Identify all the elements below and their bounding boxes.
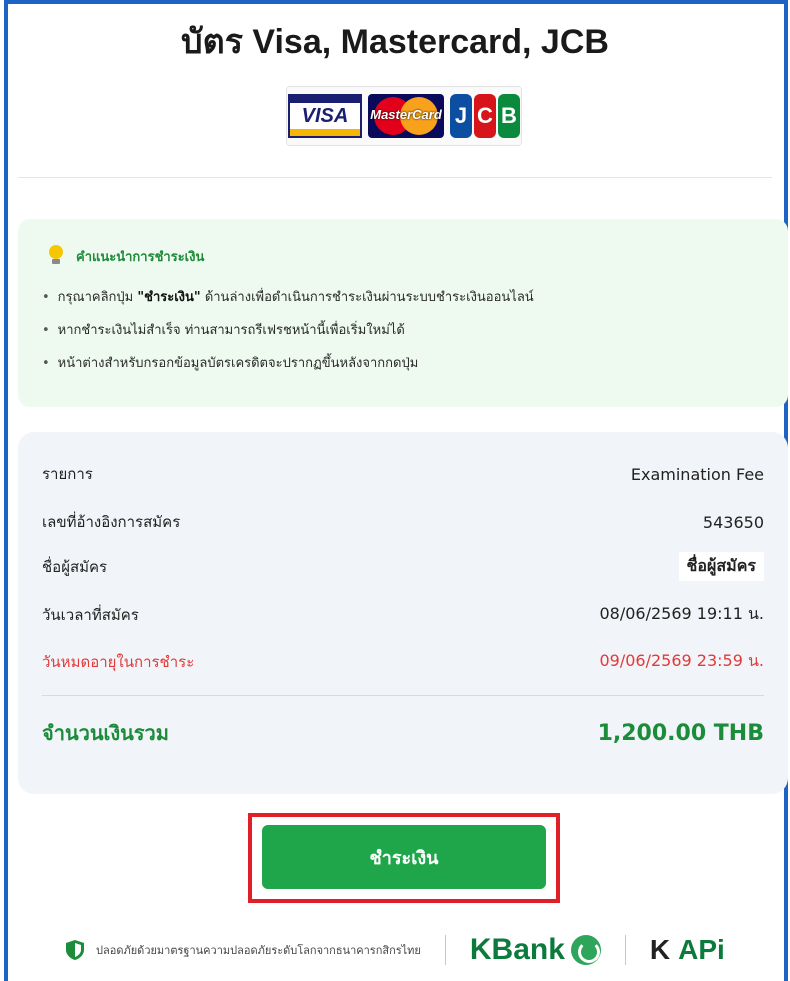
summary-row-apply-date: วันเวลาที่สมัคร 08/06/2569 19:11 น. <box>42 602 764 627</box>
payment-summary-box: รายการ Examination Fee เลขที่อ้างอิงการส… <box>18 432 788 794</box>
visa-logo-text: VISA <box>301 104 349 127</box>
kapi-logo: K APi <box>650 934 725 966</box>
page-title: บัตร Visa, Mastercard, JCB <box>181 23 609 61</box>
expiry-label: วันหมดอายุในการชำระ <box>42 652 195 671</box>
footer-separator <box>444 935 446 965</box>
kapi-logo-api: APi <box>678 934 725 965</box>
advice-item: • กรุณาคลิกปุ่ม "ชำระเงิน" ด้านล่างเพื่อ… <box>42 290 534 305</box>
visa-logo: VISA <box>288 94 362 138</box>
kbank-emblem-icon <box>570 935 601 965</box>
reference-value: 543650 <box>702 512 764 532</box>
advice-title: คำแนะนำการชำระเงิน <box>76 249 205 265</box>
summary-row-item: รายการ Examination Fee <box>42 462 764 486</box>
jcb-letter-b: B <box>498 94 520 138</box>
total-label: จำนวนเงินรวม <box>42 721 169 745</box>
advice-item-text: กรุณาคลิกปุ่ม <box>57 290 138 305</box>
mastercard-logo: MasterCard <box>368 94 444 138</box>
applicant-name-label: ชื่อผู้สมัคร <box>42 557 108 576</box>
advice-item-bold: "ชำระเงิน" <box>137 290 201 305</box>
advice-item: • หน้าต่างสำหรับกรอกข้อมูลบัตรเครดิตจะปร… <box>42 355 534 388</box>
summary-row-total: จำนวนเงินรวม 1,200.00 THB <box>42 717 764 749</box>
jcb-letter-c: C <box>474 94 496 138</box>
advice-header: คำแนะนำการชำระเงิน <box>48 245 204 267</box>
total-value: 1,200.00 THB <box>597 720 764 746</box>
kbank-logo-text: KBank <box>469 933 565 966</box>
kapi-logo-k: K <box>649 934 671 965</box>
advice-item-text-suffix: ด้านล่างเพื่อดำเนินการชำระเงินผ่านระบบชำ… <box>200 290 534 305</box>
kbank-logo: KBank <box>470 933 601 967</box>
summary-divider <box>42 695 764 696</box>
jcb-logo: J C B <box>450 94 520 138</box>
advice-list: • กรุณาคลิกปุ่ม "ชำระเงิน" ด้านล่างเพื่อ… <box>42 289 534 388</box>
pay-button[interactable]: ชำระเงิน <box>262 825 546 889</box>
header-divider <box>18 177 772 178</box>
card-brand-logos: VISA MasterCard J C B <box>286 86 522 146</box>
mastercard-logo-text: MasterCard <box>370 107 442 122</box>
security-text: ปลอดภัยด้วยมาตรฐานความปลอดภัยระดับโลกจาก… <box>96 944 421 957</box>
payment-advice-box: คำแนะนำการชำระเงิน • กรุณาคลิกปุ่ม "ชำระ… <box>18 219 788 407</box>
jcb-letter-j: J <box>450 94 472 138</box>
footer-separator <box>624 935 626 965</box>
summary-row-expiry: วันหมดอายุในการชำระ 09/06/2569 23:59 น. <box>42 649 764 674</box>
security-footer: ปลอดภัยด้วยมาตรฐานความปลอดภัยระดับโลกจาก… <box>66 930 746 970</box>
apply-date-value: 08/06/2569 19:11 น. <box>599 604 764 623</box>
lightbulb-icon <box>48 245 64 267</box>
summary-row-reference: เลขที่อ้างอิงการสมัคร 543650 <box>42 510 764 534</box>
apply-date-label: วันเวลาที่สมัคร <box>42 605 139 624</box>
expiry-value: 09/06/2569 23:59 น. <box>599 651 764 670</box>
summary-row-applicant-name: ชื่อผู้สมัคร ชื่อผู้สมัคร <box>42 552 764 581</box>
advice-item: • หากชำระเงินไม่สำเร็จ ท่านสามารถรีเฟรชห… <box>42 322 534 355</box>
item-value: Examination Fee <box>630 464 764 484</box>
advice-item-text: หน้าต่างสำหรับกรอกข้อมูลบัตรเครดิตจะปราก… <box>57 356 419 371</box>
item-label: รายการ <box>42 465 93 483</box>
applicant-name-value: ชื่อผู้สมัคร <box>678 552 764 581</box>
reference-label: เลขที่อ้างอิงการสมัคร <box>42 513 181 531</box>
advice-item-text: หากชำระเงินไม่สำเร็จ ท่านสามารถรีเฟรชหน้… <box>57 323 405 338</box>
shield-icon <box>66 940 84 960</box>
